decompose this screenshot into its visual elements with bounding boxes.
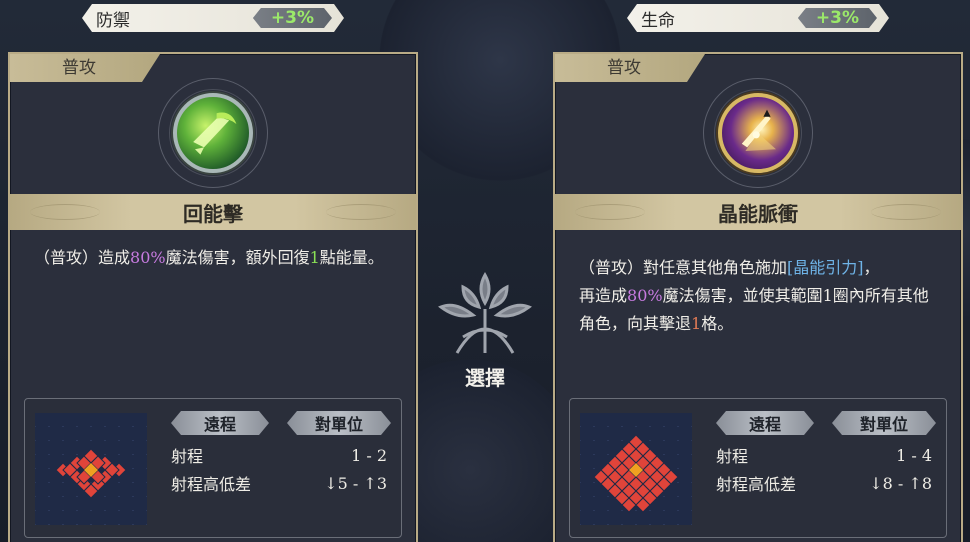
range-row: 射程 1 - 4: [716, 443, 932, 467]
height-down: 8: [882, 473, 893, 493]
desc-text: 格。: [701, 314, 734, 333]
select-label[interactable]: 選擇: [0, 362, 970, 391]
stat-value: +3%: [253, 8, 332, 28]
banner-ornament: [30, 204, 100, 220]
stat-name: 生命: [641, 10, 675, 31]
desc-highlight: 1: [691, 314, 702, 333]
stat-value: +3%: [798, 8, 877, 28]
desc-highlight: 1: [309, 248, 320, 267]
skill-description: （普攻）對任意其他角色施加[晶能引力]， 再造成80%魔法傷害，並使其範圍1圈內…: [579, 254, 941, 338]
range-label: 射程: [716, 447, 749, 466]
skill-card-left[interactable]: 普攻 回能擊 （普攻）造成80%魔法傷害，額外回復1點能量。 遠程 對單位 射程…: [8, 52, 418, 542]
range-type-tag: 遠程: [171, 411, 269, 435]
card-type-tab: 普攻: [10, 54, 160, 82]
height-diff-label: 射程高低差: [171, 475, 252, 494]
banner-ornament: [871, 204, 941, 220]
stat-name: 防禦: [96, 10, 130, 31]
desc-highlight: [晶能引力]: [787, 258, 864, 277]
desc-highlight: 80%: [130, 248, 166, 267]
skill-title-banner: 回能擊: [10, 194, 416, 230]
arrow-up-icon: ↑: [363, 473, 377, 493]
target-type-tag: 對單位: [287, 411, 391, 435]
desc-text: 魔法傷害，並使其範圍: [662, 286, 823, 305]
height-diff-value: ↓8 - ↑8: [869, 473, 932, 493]
banner-ornament: [575, 204, 645, 220]
range-panel: 遠程 對單位 射程 1 - 2 射程高低差 ↓5 - ↑3: [24, 398, 402, 538]
green-energy-strike-icon: [173, 93, 253, 173]
desc-text: （普攻）對任意其他角色施加: [579, 258, 788, 277]
height-up: 8: [921, 473, 932, 493]
range-label: 射程: [171, 447, 204, 466]
desc-text: （普攻）造成: [34, 248, 131, 267]
range-panel: 遠程 對單位 射程 1 - 4 射程高低差 ↓8 - ↑8: [569, 398, 947, 538]
range-grid: [35, 413, 147, 525]
skill-title: 晶能脈衝: [718, 201, 798, 226]
desc-text: 點能量。: [319, 248, 384, 267]
range-value: 1 - 4: [896, 445, 932, 465]
height-down: 5: [337, 473, 348, 493]
height-diff-value: ↓5 - ↑3: [324, 473, 387, 493]
arrow-down-icon: ↓: [324, 473, 338, 493]
skill-icon-frame: [703, 78, 813, 188]
height-diff-label: 射程高低差: [716, 475, 797, 494]
target-type-tag: 對單位: [832, 411, 936, 435]
skill-title-banner: 晶能脈衝: [555, 194, 961, 230]
skill-title: 回能擊: [183, 201, 243, 226]
desc-text: 魔法傷害，額外回復: [165, 248, 310, 267]
skill-description: （普攻）造成80%魔法傷害，額外回復1點能量。: [34, 244, 396, 272]
range-row: 射程 1 - 2: [171, 443, 387, 467]
arrow-up-icon: ↑: [908, 473, 922, 493]
purple-crystal-pulse-icon: [718, 93, 798, 173]
desc-text: ，: [863, 258, 880, 277]
stat-pill-hp: 生命 +3%: [627, 4, 889, 32]
skill-card-right[interactable]: 普攻 晶能脈衝 （普攻）對任意其他角色施加[晶能引力]， 再造成80%魔法傷害，…: [553, 52, 963, 542]
arrow-down-icon: ↓: [869, 473, 883, 493]
skill-icon-frame: [158, 78, 268, 188]
range-type-tag: 遠程: [716, 411, 814, 435]
desc-text: 再造成: [579, 286, 628, 305]
desc-text: 1: [822, 286, 833, 305]
banner-ornament: [326, 204, 396, 220]
height-diff-row: 射程高低差 ↓5 - ↑3: [171, 471, 387, 495]
height-diff-row: 射程高低差 ↓8 - ↑8: [716, 471, 932, 495]
range-value: 1 - 2: [351, 445, 387, 465]
desc-highlight: 80%: [627, 286, 663, 305]
range-grid: [580, 413, 692, 525]
stat-pill-defense: 防禦 +3%: [82, 4, 344, 32]
select-emblem-icon[interactable]: [433, 265, 537, 365]
height-up: 3: [376, 473, 387, 493]
card-type-tab: 普攻: [555, 54, 705, 82]
